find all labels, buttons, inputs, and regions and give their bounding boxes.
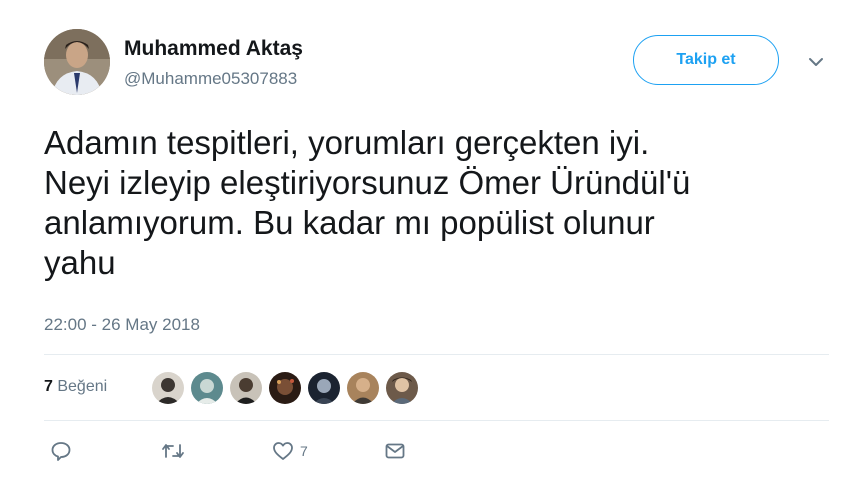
liker-avatar[interactable]	[230, 372, 262, 404]
like-count: 7	[300, 443, 308, 459]
envelope-icon	[384, 440, 406, 462]
like-button[interactable]: 7	[272, 440, 308, 462]
avatar[interactable]	[44, 29, 110, 95]
liker-avatar[interactable]	[347, 372, 379, 404]
chevron-down-icon[interactable]	[806, 52, 826, 72]
reply-icon	[50, 440, 72, 462]
liker-avatar[interactable]	[308, 372, 340, 404]
liker-avatars	[152, 372, 425, 404]
direct-message-button[interactable]	[384, 440, 406, 462]
heart-icon	[272, 440, 294, 462]
reply-button[interactable]	[50, 440, 72, 462]
retweet-button[interactable]	[160, 440, 186, 462]
liker-avatar[interactable]	[386, 372, 418, 404]
liker-avatar[interactable]	[152, 372, 184, 404]
liker-avatar[interactable]	[191, 372, 223, 404]
divider	[44, 354, 829, 355]
display-name[interactable]: Muhammed Aktaş	[124, 37, 303, 61]
likes-count[interactable]: 7 Beğeni	[44, 378, 107, 396]
likes-label: Beğeni	[57, 378, 108, 395]
liker-avatar[interactable]	[269, 372, 301, 404]
tweet-timestamp[interactable]: 22:00 - 26 May 2018	[44, 315, 200, 335]
follow-button[interactable]: Takip et	[633, 35, 779, 85]
user-handle[interactable]: @Muhamme05307883	[124, 69, 297, 89]
tweet-text: Adamın tespitleri, yorumları gerçekten i…	[44, 124, 691, 281]
likes-number: 7	[44, 378, 53, 395]
divider	[44, 420, 829, 421]
retweet-icon	[160, 440, 186, 462]
